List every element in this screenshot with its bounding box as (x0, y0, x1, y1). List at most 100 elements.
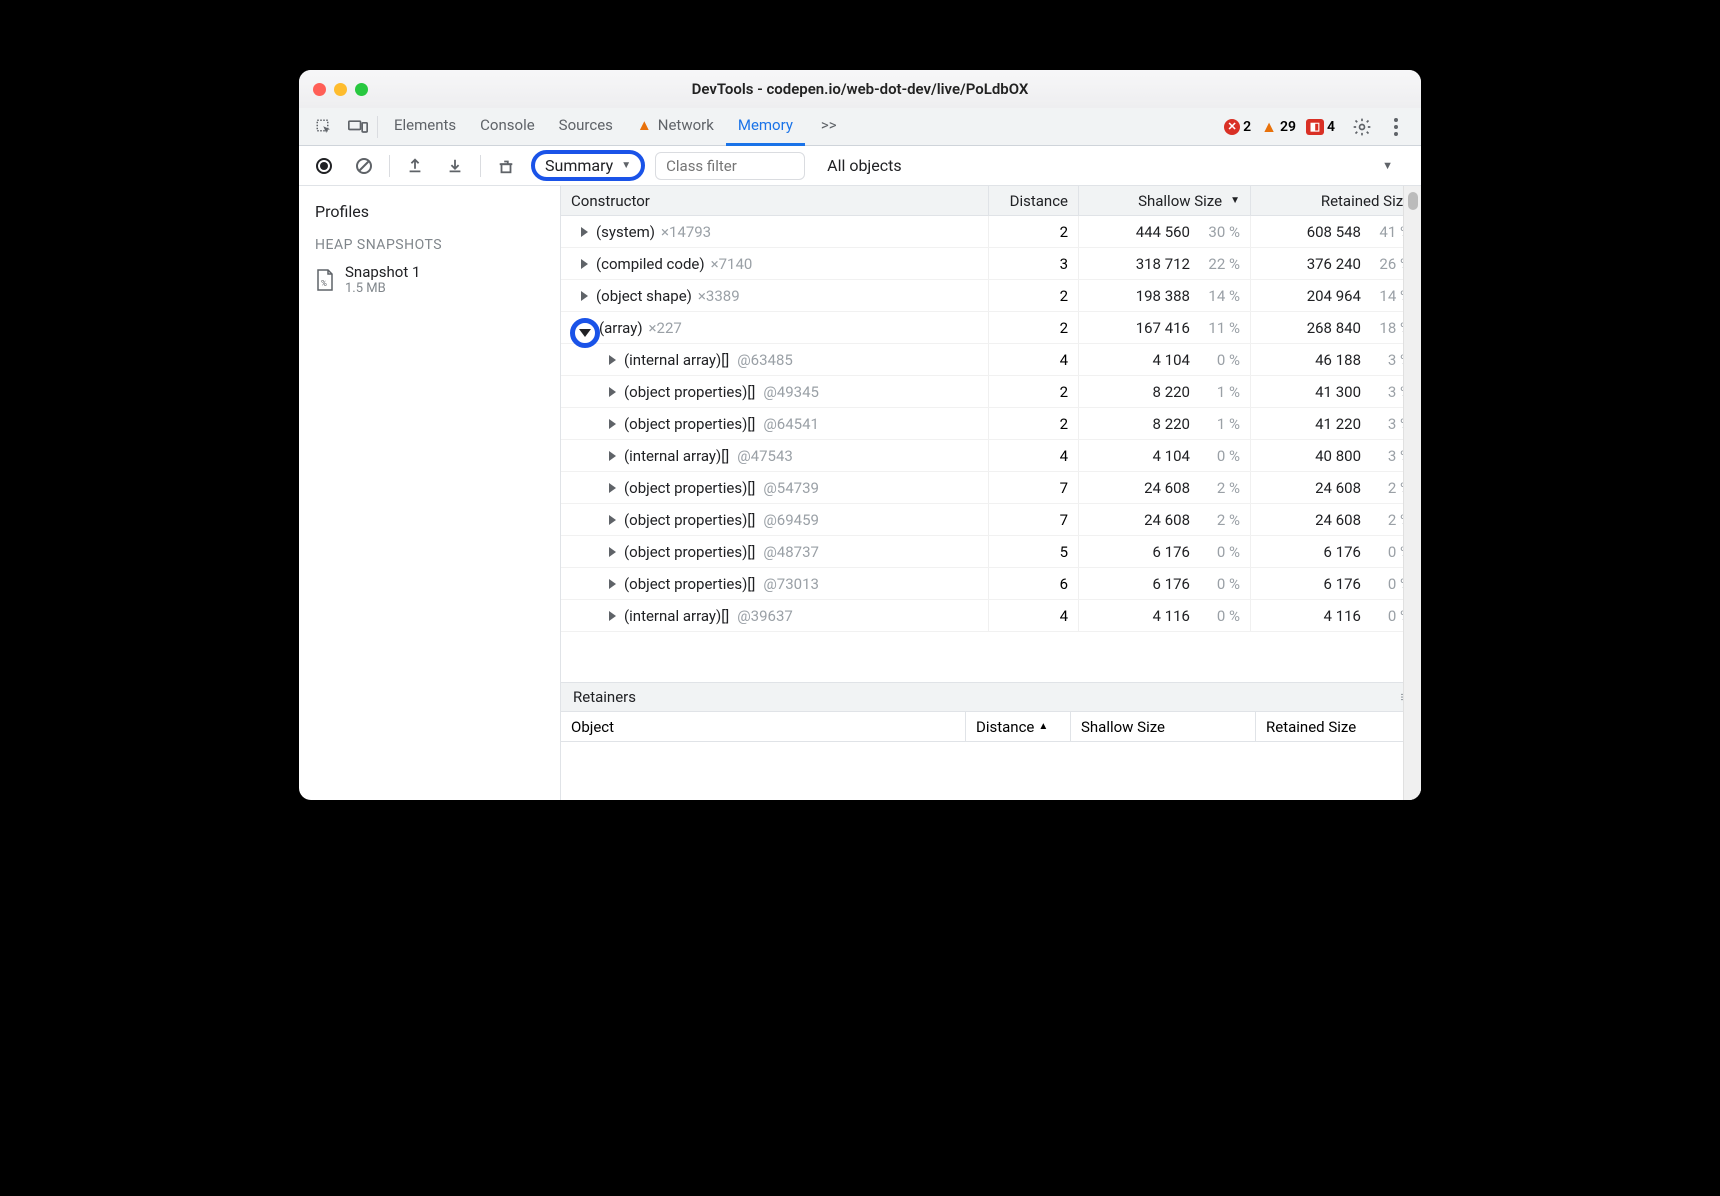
collect-garbage-icon[interactable] (491, 151, 521, 181)
table-row[interactable]: (internal array)[]@4754344 1040 %40 8003… (561, 440, 1421, 472)
class-filter-input[interactable] (655, 152, 805, 180)
distance-cell: 2 (989, 376, 1079, 407)
col-distance[interactable]: Distance (989, 186, 1079, 215)
col-shallow[interactable]: Shallow Size (1071, 712, 1256, 741)
shallow-cell: 4 1160 % (1079, 600, 1251, 631)
grid-header: Constructor Distance Shallow Size ▼ Reta… (561, 186, 1421, 216)
scrollbar[interactable] (1403, 186, 1421, 800)
tab-label: Memory (738, 116, 793, 134)
disclosure-icon[interactable] (609, 355, 616, 365)
table-row[interactable]: (object properties)[]@54739724 6082 %24 … (561, 472, 1421, 504)
distance-cell: 5 (989, 536, 1079, 567)
download-icon[interactable] (440, 151, 470, 181)
retained-cell: 6 1760 % (1251, 536, 1421, 567)
object-id: @39637 (737, 607, 793, 625)
table-row[interactable]: (system)×147932444 56030 %608 54841 % (561, 216, 1421, 248)
disclosure-icon[interactable] (581, 259, 588, 269)
warning-icon: ▲ (1261, 117, 1277, 137)
sidebar-item-snapshot[interactable]: % Snapshot 1 1.5 MB (299, 259, 560, 300)
col-object[interactable]: Object (561, 712, 966, 741)
col-retained[interactable]: Retained Size (1251, 186, 1421, 215)
tabs-overflow[interactable]: >> (809, 108, 849, 146)
retained-cell: 4 1160 % (1251, 600, 1421, 631)
distance-cell: 2 (989, 280, 1079, 311)
minimize-icon[interactable] (334, 83, 347, 96)
disclosure-icon[interactable] (609, 483, 616, 493)
separator (389, 155, 390, 177)
table-row[interactable]: (object shape)×33892198 38814 %204 96414… (561, 280, 1421, 312)
scrollbar-thumb[interactable] (1408, 192, 1418, 210)
expand-highlight (570, 318, 600, 348)
constructor-name: (internal array)[] (624, 447, 729, 465)
tab-network[interactable]: ▲Network (625, 108, 726, 146)
col-retained[interactable]: Retained Size (1256, 712, 1421, 741)
disclosure-icon[interactable] (581, 227, 588, 237)
instance-count: ×3389 (698, 287, 740, 305)
disclosure-icon[interactable] (609, 611, 616, 621)
retainers-body (561, 742, 1421, 800)
retained-cell: 268 84018 % (1251, 312, 1421, 343)
tab-sources[interactable]: Sources (547, 108, 625, 146)
table-row[interactable]: (internal array)[]@3963744 1160 %4 1160 … (561, 600, 1421, 632)
constructor-name: (system) (596, 223, 655, 241)
tab-label: Console (480, 116, 535, 134)
grid-body[interactable]: (system)×147932444 56030 %608 54841 %(co… (561, 216, 1421, 682)
scope-select[interactable]: All objects (827, 156, 901, 175)
maximize-icon[interactable] (355, 83, 368, 96)
warning-badge[interactable]: ▲ 29 (1261, 117, 1296, 137)
table-row[interactable]: (object properties)[]@69459724 6082 %24 … (561, 504, 1421, 536)
table-row[interactable]: (internal array)[]@6348544 1040 %46 1883… (561, 344, 1421, 376)
constructor-name: (object shape) (596, 287, 692, 305)
object-id: @47543 (737, 447, 793, 465)
tab-label: Elements (394, 116, 456, 134)
view-select[interactable]: Summary ▼ (531, 150, 645, 181)
tab-elements[interactable]: Elements (382, 108, 468, 146)
distance-cell: 2 (989, 216, 1079, 247)
snapshot-name: Snapshot 1 (345, 263, 420, 281)
object-id: @63485 (737, 351, 793, 369)
disclosure-icon[interactable] (609, 387, 616, 397)
constructor-name: (array) (599, 319, 643, 337)
shallow-cell: 167 41611 % (1079, 312, 1251, 343)
inspect-icon[interactable] (309, 112, 339, 142)
tab-memory[interactable]: Memory (726, 108, 805, 146)
shallow-cell: 4 1040 % (1079, 344, 1251, 375)
instance-count: ×14793 (661, 223, 711, 241)
disclosure-icon[interactable] (609, 451, 616, 461)
disclosure-icon[interactable] (609, 579, 616, 589)
table-row[interactable]: (compiled code)×71403318 71222 %376 2402… (561, 248, 1421, 280)
disclosure-icon[interactable] (609, 547, 616, 557)
table-row[interactable]: (object properties)[]@6454128 2201 %41 2… (561, 408, 1421, 440)
tab-console[interactable]: Console (468, 108, 547, 146)
table-row[interactable]: (object properties)[]@4873756 1760 %6 17… (561, 536, 1421, 568)
clear-icon[interactable] (349, 151, 379, 181)
issues-badge[interactable]: ◧ 4 (1306, 119, 1335, 135)
disclosure-icon[interactable] (609, 419, 616, 429)
device-toggle-icon[interactable] (343, 112, 373, 142)
table-row[interactable]: (object properties)[]@7301366 1760 %6 17… (561, 568, 1421, 600)
distance-cell: 3 (989, 248, 1079, 279)
distance-cell: 2 (989, 312, 1079, 343)
col-shallow[interactable]: Shallow Size ▼ (1079, 186, 1251, 215)
disclosure-icon[interactable] (609, 515, 616, 525)
upload-icon[interactable] (400, 151, 430, 181)
error-badge[interactable]: ✕ 2 (1224, 119, 1251, 135)
close-icon[interactable] (313, 83, 326, 96)
table-row[interactable]: (object properties)[]@4934528 2201 %41 3… (561, 376, 1421, 408)
kebab-icon[interactable] (1381, 112, 1411, 142)
table-row[interactable]: (array)×2272167 41611 %268 84018 % (561, 312, 1421, 344)
retainers-header: Object Distance ▲ Shallow Size Retained … (561, 712, 1421, 742)
gear-icon[interactable] (1347, 112, 1377, 142)
chevron-down-icon[interactable]: ▼ (1382, 159, 1393, 172)
record-icon[interactable] (309, 151, 339, 181)
disclosure-icon[interactable] (581, 291, 588, 301)
distance-cell: 2 (989, 408, 1079, 439)
col-distance[interactable]: Distance ▲ (966, 712, 1071, 741)
svg-text:%: % (321, 279, 327, 288)
sidebar: Profiles HEAP SNAPSHOTS % Snapshot 1 1.5… (299, 186, 561, 800)
devtools-window: DevTools - codepen.io/web-dot-dev/live/P… (299, 70, 1421, 800)
retained-cell: 24 6082 % (1251, 504, 1421, 535)
object-id: @49345 (763, 383, 819, 401)
sort-asc-icon: ▲ (1038, 721, 1048, 732)
col-constructor[interactable]: Constructor (561, 186, 989, 215)
